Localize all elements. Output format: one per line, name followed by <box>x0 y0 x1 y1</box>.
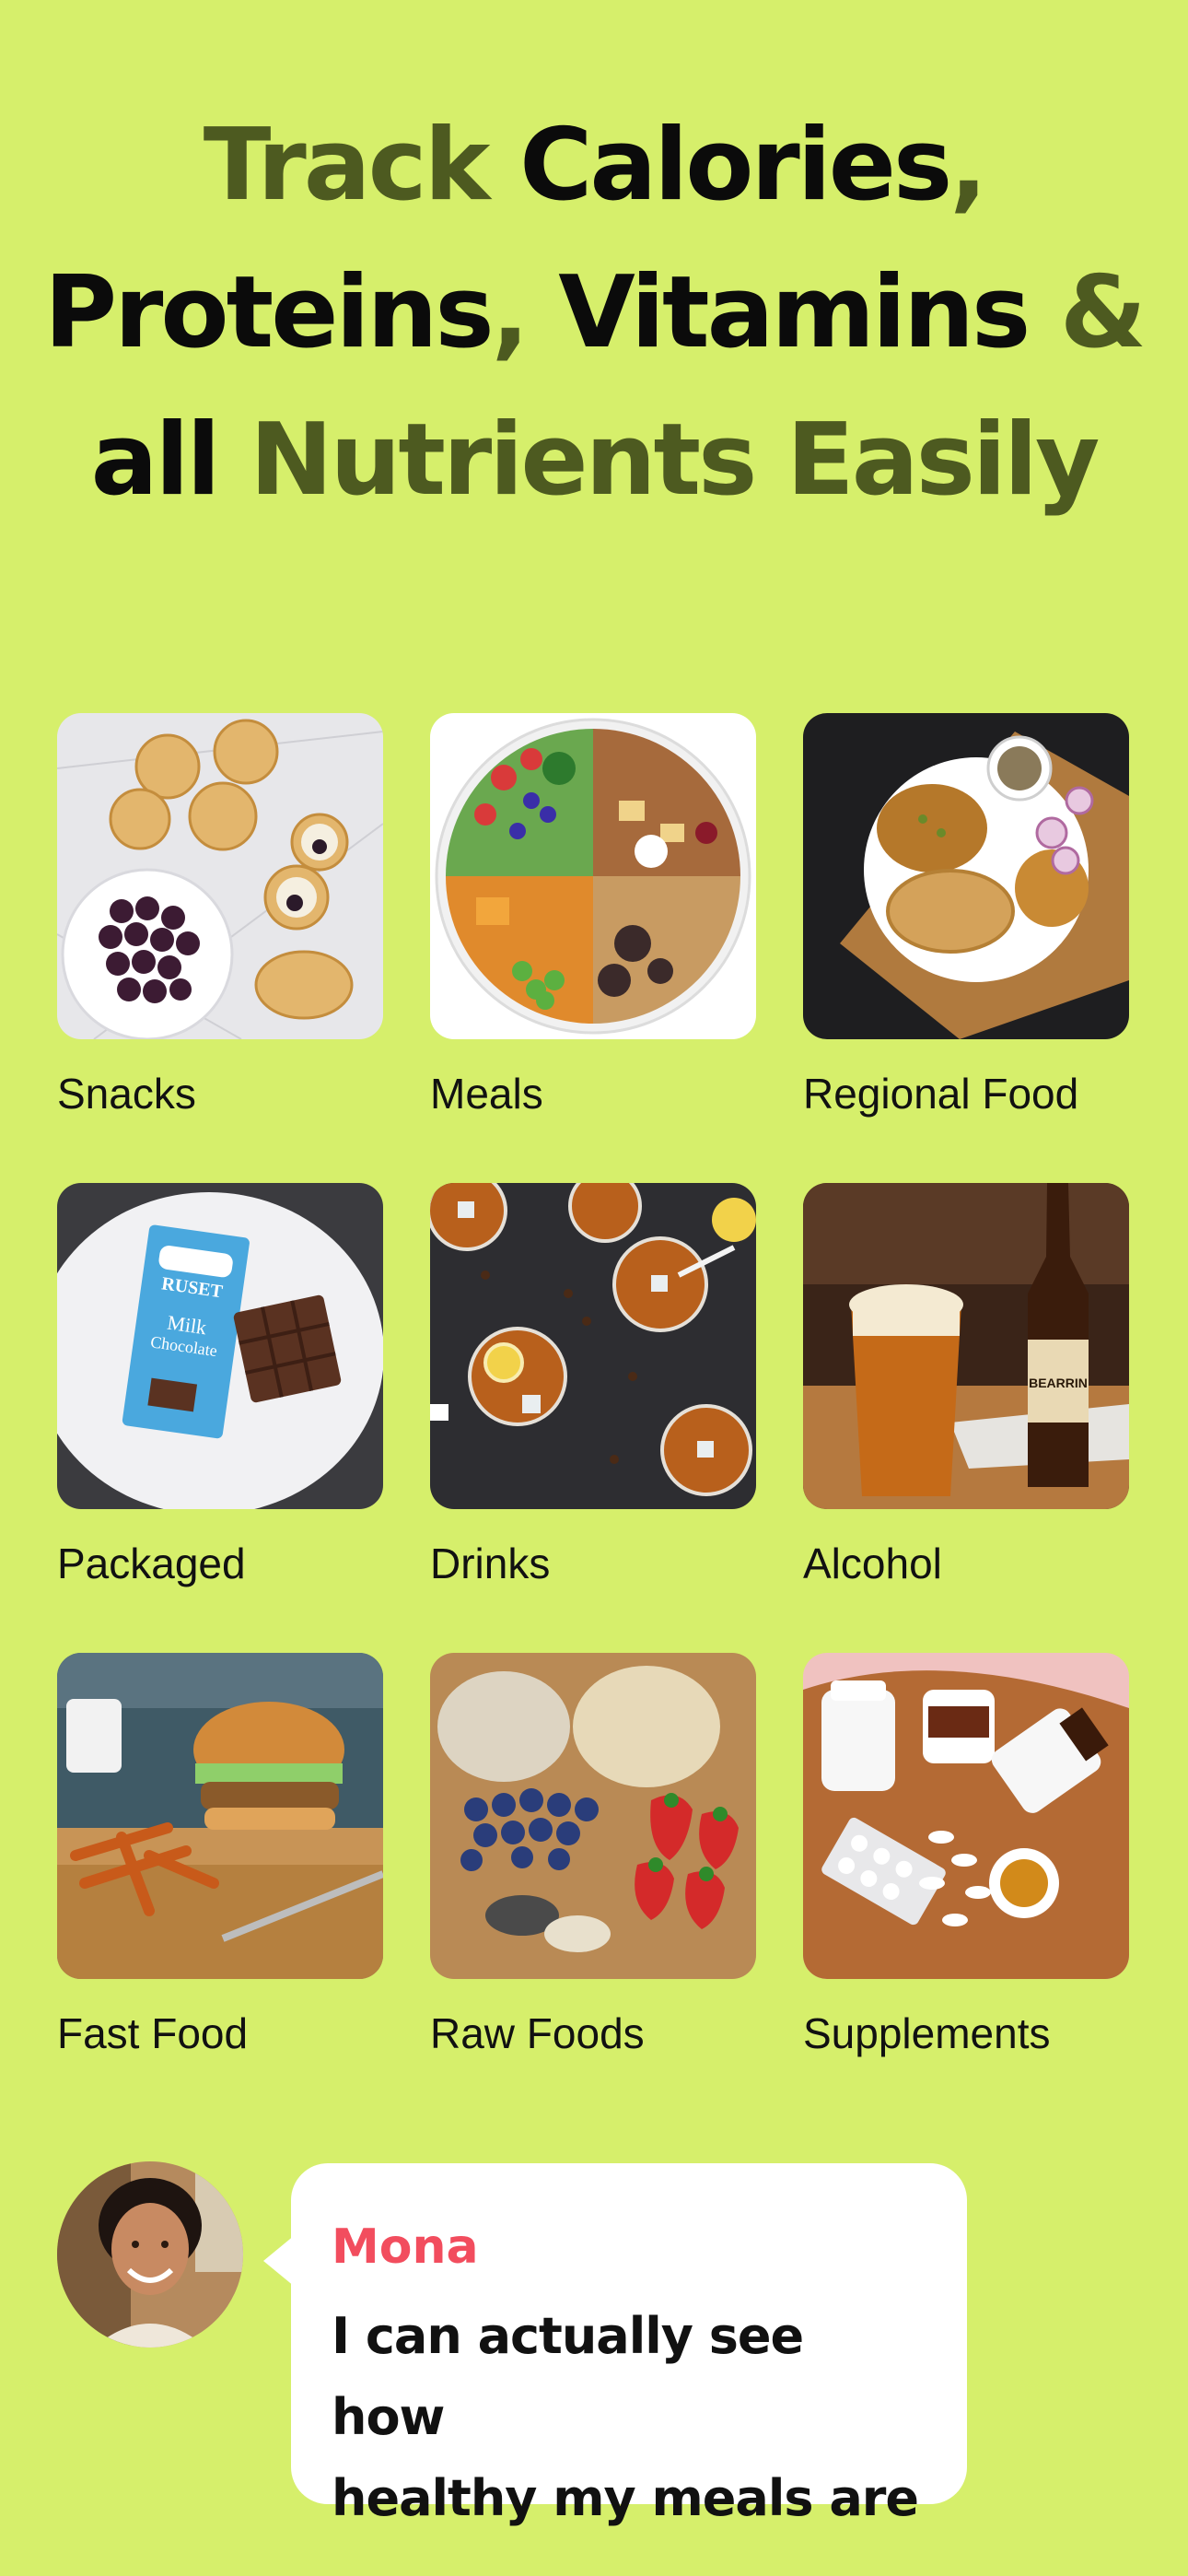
category-label: Drinks <box>430 1540 551 1587</box>
bubble-tail <box>263 2235 295 2287</box>
category-tile-packaged[interactable]: RUSET Milk Chocolate Packaged <box>57 1183 383 1588</box>
beer-label-text: BEARRIN <box>1029 1376 1088 1390</box>
packaged-photo: RUSET Milk Chocolate <box>57 1183 383 1509</box>
testimonial-author: Mona <box>332 2219 479 2275</box>
snacks-photo <box>57 713 383 1039</box>
headline-comma: , <box>491 255 559 370</box>
headline: Track Calories, Proteins, Vitamins & all… <box>0 92 1188 534</box>
headline-word-calories: Calories <box>519 108 952 223</box>
category-label: Alcohol <box>803 1540 942 1587</box>
category-tile-drinks[interactable]: Drinks <box>430 1183 756 1588</box>
category-tile-snacks[interactable]: Snacks <box>57 713 383 1118</box>
category-label: Raw Foods <box>430 2009 645 2057</box>
headline-word-proteins: Proteins <box>43 255 495 370</box>
headline-word-track: Track <box>203 108 520 223</box>
category-label: Snacks <box>57 1070 196 1118</box>
headline-line-1: Track Calories, <box>0 92 1188 240</box>
testimonial-bubble: Mona I can actually see how healthy my m… <box>263 2163 967 2527</box>
raw-foods-photo <box>430 1653 756 1979</box>
alcohol-photo: BEARRIN <box>803 1183 1129 1509</box>
fast-food-photo <box>57 1653 383 1979</box>
headline-word-nutrients-easily: Nutrients Easily <box>250 403 1100 518</box>
category-grid: Snacks Meals Regional Food RUSET Milk Ch… <box>57 713 1129 2058</box>
category-tile-alcohol[interactable]: BEARRIN Alcohol <box>803 1183 1129 1588</box>
meals-photo <box>430 713 756 1039</box>
headline-word-all: all <box>90 403 250 518</box>
category-tile-meals[interactable]: Meals <box>430 713 756 1118</box>
category-label: Packaged <box>57 1540 246 1587</box>
headline-line-3: all Nutrients Easily <box>0 387 1188 534</box>
supplements-photo <box>803 1653 1129 1979</box>
regional-food-photo <box>803 713 1129 1039</box>
category-label: Fast Food <box>57 2009 249 2057</box>
category-tile-supplements[interactable]: Supplements <box>803 1653 1129 2058</box>
headline-ampersand: & <box>1028 255 1147 370</box>
category-tile-regional-food[interactable]: Regional Food <box>803 713 1129 1118</box>
testimonial-quote: I can actually see how healthy my meals … <box>332 2296 926 2539</box>
drinks-photo <box>430 1183 756 1509</box>
testimonial-quote-line-2: healthy my meals are <box>332 2469 919 2527</box>
testimonial-quote-line-1: I can actually see how <box>332 2307 804 2446</box>
headline-word-vitamins: Vitamins <box>558 255 1031 370</box>
category-tile-fast-food[interactable]: Fast Food <box>57 1653 383 2058</box>
headline-comma: , <box>949 108 987 223</box>
category-label: Supplements <box>803 2009 1051 2057</box>
category-label: Meals <box>430 1070 543 1118</box>
category-tile-raw-foods[interactable]: Raw Foods <box>430 1653 756 2058</box>
avatar <box>57 2161 243 2348</box>
category-label: Regional Food <box>803 1070 1079 1118</box>
headline-line-2: Proteins, Vitamins & <box>0 240 1188 387</box>
